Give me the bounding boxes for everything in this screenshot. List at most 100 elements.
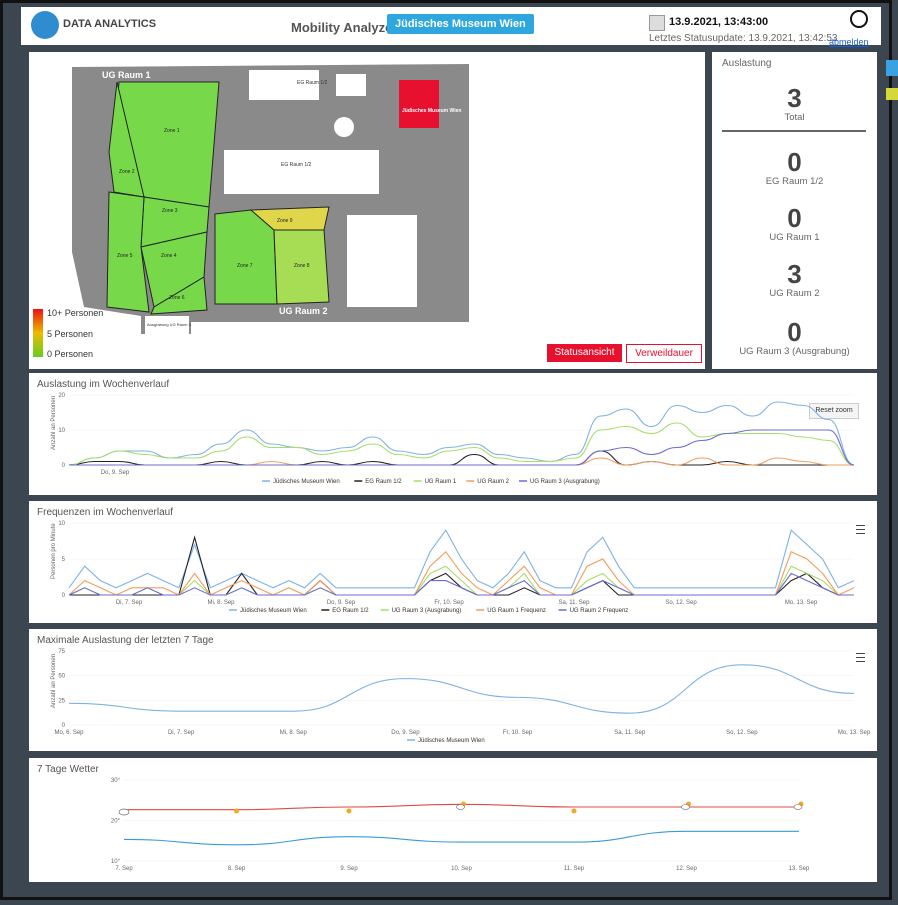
floorplan-panel: UG Raum 1 UG Raum 2 EG Raum 1/2 EG Raum … (29, 52, 705, 369)
room-label: EG Raum 1/2 (765, 176, 824, 187)
weekly-occupancy-chart-panel: Auslastung im Wochenverlauf Reset zoom 2… (29, 373, 877, 495)
y-axis-label: Anzahl an Personen (51, 396, 57, 450)
y-axis-label: Anzahl an Personen (51, 654, 57, 708)
x-tick-label: So, 12. Sep (726, 730, 758, 736)
sun-cloud-icon (793, 801, 804, 810)
weekly-frequency-chart-panel: Frequenzen im Wochenverlauf 10 5 0 Personen… (29, 501, 877, 623)
y-tick-label: 0 (62, 593, 66, 599)
side-tab-icon[interactable] (886, 88, 898, 100)
y-tick-label: 50 (58, 674, 65, 680)
legend-item: UG Raum 3 (Ausgrabung) (392, 608, 462, 614)
legend-mid: 5 Personen (47, 329, 94, 339)
divider (722, 130, 866, 132)
print-icon[interactable] (886, 60, 898, 76)
series-line (69, 535, 854, 596)
x-tick-label: 9. Sep (340, 866, 358, 872)
x-tick-label: Sa, 11. Sep (614, 730, 646, 736)
room-occupancy: 0 UG Raum 1 (712, 204, 877, 243)
series-line (68, 664, 855, 714)
zone-label-4: Zone 4 (161, 253, 177, 259)
y-tick-label: 0 (62, 723, 66, 729)
y-tick-label: 5 (62, 557, 66, 563)
zone-label-9: Zone 9 (277, 218, 293, 224)
x-tick-label: So, 12. Sep (665, 600, 697, 606)
room-label: UG Raum 1 (769, 232, 820, 243)
x-tick-label: Fr, 10. Sep (434, 600, 464, 606)
current-datetime: 13.9.2021, 13:43:00 (669, 16, 769, 28)
room-occupancy: 0 EG Raum 1/2 (712, 148, 877, 187)
zone-label-6: Zone 6 (169, 295, 185, 301)
legend-item: Jüdisches Museum Wien (240, 608, 307, 614)
y-tick-label: 10° (111, 859, 121, 865)
y-tick-label: 0 (62, 463, 66, 469)
room-occupancy: 0 UG Raum 3 (Ausgrabung) (712, 318, 877, 357)
total-occupancy: 3 Total (712, 84, 877, 123)
y-tick-label: 10 (58, 521, 65, 527)
zone-label-5: Zone 5 (117, 253, 133, 259)
eg-room-mid (224, 150, 379, 194)
legend-item: EG Raum 1/2 (365, 479, 402, 485)
series-line (68, 422, 855, 466)
user-icon[interactable] (850, 10, 868, 28)
x-tick-label: 7. Sep (115, 866, 133, 872)
zone-label-8: Zone 8 (294, 263, 310, 269)
series-line (68, 565, 854, 596)
sun-icon (346, 808, 352, 814)
weekly-frequency-chart[interactable]: 10 5 0 Personen pro Minute Di, 7. Sep Mi, 8. … (29, 501, 877, 623)
y-tick-label: 25 (58, 698, 65, 704)
x-tick-label: Do, 9. Sep (391, 730, 420, 736)
sun-icon (234, 808, 239, 814)
status-view-button[interactable]: Statusansicht (547, 344, 622, 362)
room-label-eg-mid: EG Raum 1/2 (281, 162, 312, 168)
total-label: Total (784, 112, 805, 123)
legend-item: Jüdisches Museum Wien (418, 738, 485, 744)
x-tick-label: Mo, 13. Sep (785, 600, 818, 606)
legend-low: 0 Personen (47, 349, 94, 359)
sun-cloud-icon (681, 801, 691, 810)
sun-cloud-icon (456, 801, 466, 810)
x-tick-label: Fr, 10. Sep (503, 730, 533, 736)
max-occupancy-chart-panel: Maximale Auslastung der letzten 7 Tage 7… (29, 629, 877, 751)
x-tick-label: Di, 7. Sep (168, 730, 195, 736)
location-select-button[interactable]: Jüdisches Museum Wien (387, 14, 534, 34)
legend-item: UG Raum 3 (Ausgrabung) (530, 479, 600, 485)
x-tick-label: Di, 7. Sep (116, 600, 143, 606)
data-analytics-logo-icon[interactable] (31, 11, 59, 39)
legend-high: 10+ Personen (47, 308, 104, 318)
x-tick-label: Mo, 13. Sep (838, 730, 871, 736)
weather-chart-panel: 7 Tage Wetter 30° 20° 10° 7. Sep 8. Sep 9. Se… (29, 758, 877, 882)
weekly-occupancy-chart[interactable]: 20 10 0 Anzahl an Personen Do, 9. Sep Jüdisch… (29, 373, 877, 495)
logo-text: DATA ANALYTICS (63, 18, 157, 30)
x-tick-label: 11. Sep (564, 866, 585, 872)
x-tick-label: Mo, 6. Sep (54, 730, 84, 736)
weather-chart[interactable]: 30° 20° 10°7. Sep 8. Sep 9. Sep 10. Sep 11. Se… (29, 758, 877, 882)
x-tick-label: 12. Sep (676, 866, 697, 872)
zone-label-1: Zone 1 (164, 128, 180, 134)
x-tick-label: Sa, 11. Sep (559, 600, 591, 606)
y-tick-label: 75 (58, 649, 65, 655)
zone-label-7: Zone 7 (237, 263, 253, 269)
max-occupancy-chart[interactable]: 75 50 25 0 Anzahl an Personen Mo, 6. Sep Di, 7… (29, 629, 877, 751)
room-label: UG Raum 3 (Ausgrabung) (739, 346, 850, 357)
y-tick-label: 10 (58, 428, 65, 434)
x-tick-label: Mi, 8. Sep (280, 730, 308, 736)
legend-item: EG Raum 1/2 (332, 608, 369, 614)
museum-marker (399, 80, 439, 128)
calendar-icon[interactable] (649, 15, 665, 31)
stair-area (336, 74, 366, 96)
x-tick-label: 8. Sep (228, 866, 246, 872)
occupancy-legend-gradient (33, 309, 43, 357)
logout-link[interactable]: abmelden (829, 37, 869, 47)
room-value: 3 (787, 259, 802, 289)
legend-item: UG Raum 1 (425, 479, 457, 485)
room-label-eg-top: EG Raum 1/2 (297, 80, 328, 86)
legend-item: UG Raum 2 Frequenz (570, 608, 629, 614)
floorplan-map: UG Raum 1 UG Raum 2 EG Raum 1/2 EG Raum … (72, 64, 469, 334)
dwell-time-button[interactable]: Verweildauer (626, 344, 702, 363)
y-tick-label: 20 (58, 393, 65, 399)
room-occupancy: 3 UG Raum 2 (712, 260, 877, 299)
x-tick-label: 13. Sep (789, 866, 810, 872)
museum-label: Jüdisches Museum Wien (402, 108, 461, 114)
zone-label-3: Zone 3 (162, 208, 178, 214)
x-tick-label: Do, 9. Sep (101, 470, 130, 476)
